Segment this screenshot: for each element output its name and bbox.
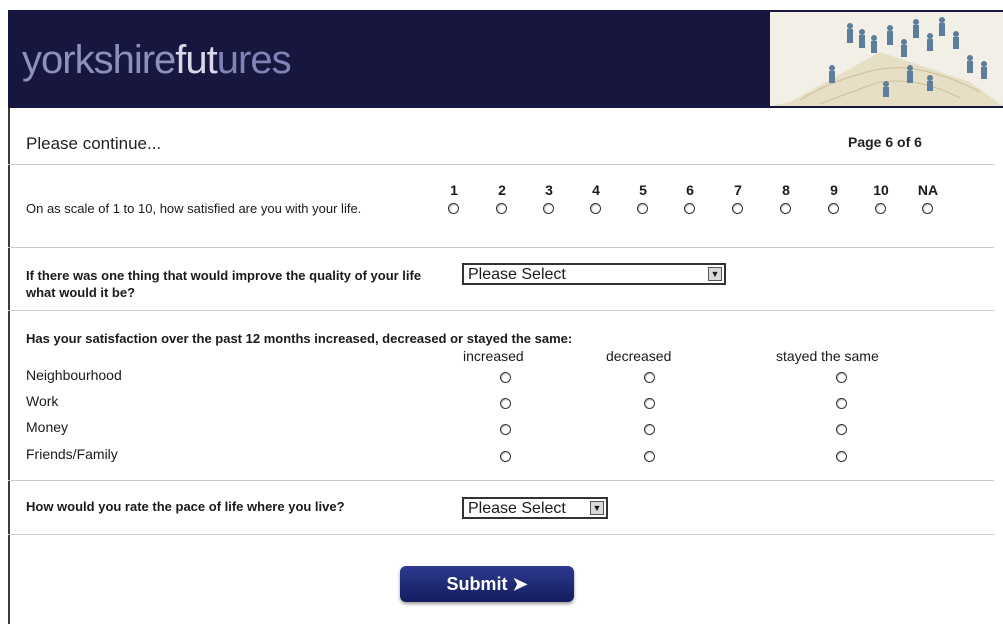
scale-label-3: 3 — [545, 182, 553, 198]
satisfaction-radio-neighbourhood-increased[interactable] — [500, 372, 511, 383]
scale-radio-na[interactable] — [922, 203, 933, 214]
improve-quality-select-value: Please Select — [468, 266, 566, 283]
q3-question: Has your satisfaction over the past 12 m… — [26, 331, 573, 346]
satisfaction-radio-money-increased[interactable] — [500, 424, 511, 435]
q2-question: If there was one thing that would improv… — [26, 268, 422, 300]
q4-question: How would you rate the pace of life wher… — [26, 499, 345, 514]
row-label-friends-family: Friends/Family — [26, 446, 118, 462]
divider — [8, 164, 994, 165]
divider — [8, 480, 994, 481]
scale-radio-4[interactable] — [590, 203, 601, 214]
divider — [8, 310, 994, 311]
scale-radio-10[interactable] — [875, 203, 886, 214]
column-header-stayed-the-same: stayed the same — [776, 348, 879, 364]
dropdown-arrow-icon[interactable]: ▼ — [590, 501, 604, 515]
frame-left-border — [8, 108, 10, 624]
scale-label-6: 6 — [686, 182, 694, 198]
scale-label-7: 7 — [734, 182, 742, 198]
scale-label-na: NA — [917, 182, 939, 198]
improve-quality-select[interactable]: Please Select ▼ — [462, 263, 726, 285]
people-puzzle-image — [770, 12, 1003, 106]
scale-radio-5[interactable] — [637, 203, 648, 214]
scale-radio-1[interactable] — [448, 203, 459, 214]
scale-label-2: 2 — [498, 182, 506, 198]
dropdown-arrow-icon[interactable]: ▼ — [708, 267, 722, 281]
please-continue-text: Please continue... — [26, 134, 162, 153]
brand-text-ures: ures — [216, 38, 292, 82]
submit-label: Submit — [446, 574, 508, 594]
arrow-right-icon: ➤ — [512, 574, 528, 594]
q1-question: On as scale of 1 to 10, how satisfied ar… — [26, 201, 362, 216]
satisfaction-radio-work-increased[interactable] — [500, 398, 511, 409]
divider — [8, 534, 994, 535]
divider — [8, 247, 994, 248]
brand-text-yorkshire: yorkshire — [22, 38, 176, 82]
scale-radio-2[interactable] — [496, 203, 507, 214]
satisfaction-radio-work-stayed-the-same[interactable] — [836, 398, 847, 409]
row-label-work: Work — [26, 393, 59, 409]
scale-label-8: 8 — [782, 182, 790, 198]
scale-radio-3[interactable] — [543, 203, 554, 214]
header-banner: yorkshirefutures — [8, 10, 1003, 108]
satisfaction-radio-friends-family-increased[interactable] — [500, 451, 511, 462]
pace-of-life-select[interactable]: Please Select ▼ — [462, 497, 608, 519]
survey-page: yorkshirefutures Please continue... Page… — [8, 10, 1003, 624]
column-header-decreased: decreased — [606, 348, 672, 364]
satisfaction-radio-friends-family-stayed-the-same[interactable] — [836, 451, 847, 462]
brand-text-fut: fut — [175, 38, 217, 82]
page-indicator: Page 6 of 6 — [848, 134, 922, 150]
scale-label-5: 5 — [639, 182, 647, 198]
scale-label-10: 10 — [873, 182, 889, 198]
submit-button[interactable]: Submit ➤ — [400, 566, 574, 602]
pace-of-life-select-value: Please Select — [468, 500, 566, 517]
scale-radio-8[interactable] — [780, 203, 791, 214]
satisfaction-radio-neighbourhood-decreased[interactable] — [644, 372, 655, 383]
scale-radio-7[interactable] — [732, 203, 743, 214]
column-header-increased: increased — [463, 348, 524, 364]
scale-label-9: 9 — [830, 182, 838, 198]
people-puzzle-illustration — [770, 12, 1003, 106]
row-label-neighbourhood: Neighbourhood — [26, 367, 122, 383]
scale-label-1: 1 — [450, 182, 458, 198]
scale-radio-6[interactable] — [684, 203, 695, 214]
satisfaction-radio-friends-family-decreased[interactable] — [644, 451, 655, 462]
scale-radio-9[interactable] — [828, 203, 839, 214]
satisfaction-radio-neighbourhood-stayed-the-same[interactable] — [836, 372, 847, 383]
row-label-money: Money — [26, 419, 69, 435]
scale-label-4: 4 — [592, 182, 600, 198]
brand-logo[interactable]: yorkshirefutures — [22, 38, 292, 83]
satisfaction-radio-money-decreased[interactable] — [644, 424, 655, 435]
satisfaction-radio-work-decreased[interactable] — [644, 398, 655, 409]
satisfaction-radio-money-stayed-the-same[interactable] — [836, 424, 847, 435]
